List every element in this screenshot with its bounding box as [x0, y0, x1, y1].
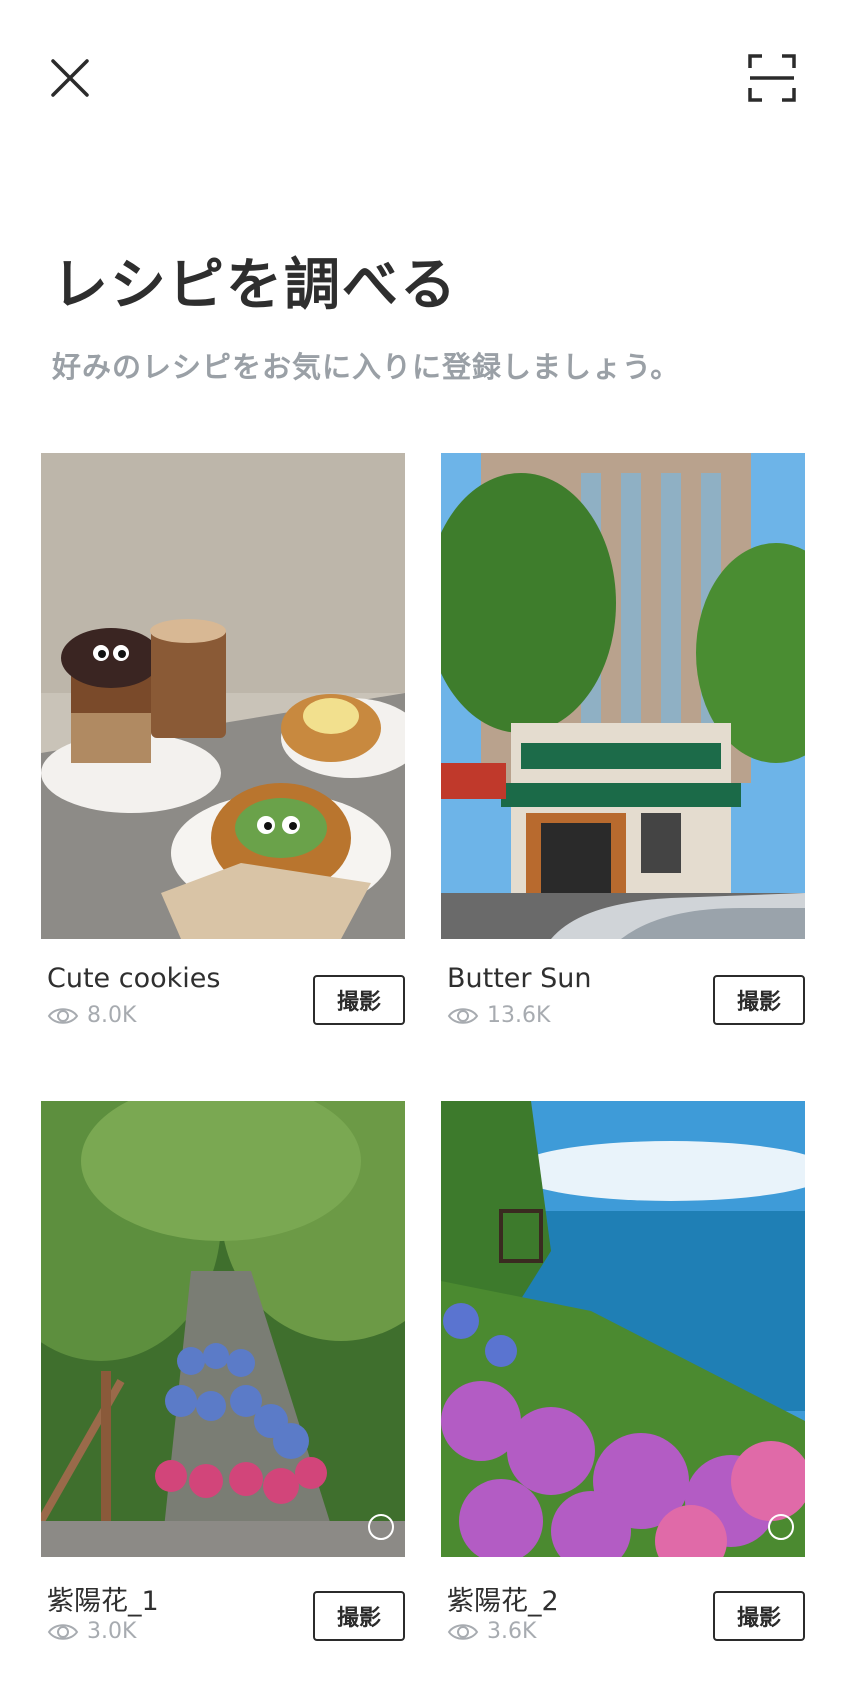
view-count-value: 13.6K — [487, 1003, 551, 1028]
eye-icon — [47, 1007, 79, 1024]
close-icon — [51, 59, 89, 97]
page-subtitle: 好みのレシピをお気に入りに登録しましょう。 — [52, 350, 681, 384]
recipe-name: Butter Sun — [447, 963, 592, 994]
recipe-card[interactable]: Butter Sun 13.6K 撮影 — [441, 453, 805, 1028]
shoot-button[interactable]: 撮影 — [313, 1591, 405, 1641]
recipe-card[interactable]: 紫陽花_2 3.6K 撮影 — [441, 1101, 805, 1644]
page-header: レシピを調べる 好みのレシピをお気に入りに登録しましょう。 — [52, 258, 812, 386]
recipe-photo[interactable] — [441, 1101, 805, 1557]
eye-icon — [447, 1007, 479, 1024]
recipe-photo[interactable] — [441, 453, 805, 939]
recipe-card[interactable]: Cute cookies 8.0K 撮影 — [41, 453, 405, 1028]
view-count: 3.0K — [47, 1619, 136, 1644]
shoot-button[interactable]: 撮影 — [313, 975, 405, 1025]
storefront-photo — [441, 453, 805, 939]
scan-frame-icon — [748, 54, 796, 102]
recipe-photo[interactable] — [41, 1101, 405, 1557]
top-bar — [0, 0, 843, 160]
recipe-name: 紫陽花_2 — [447, 1586, 559, 1617]
hydrangea-sea-photo — [441, 1101, 805, 1557]
eye-icon — [47, 1623, 79, 1640]
shoot-button[interactable]: 撮影 — [713, 1591, 805, 1641]
view-count: 3.6K — [447, 1619, 536, 1644]
recipe-card[interactable]: 紫陽花_1 3.0K 撮影 — [41, 1101, 405, 1644]
view-count: 13.6K — [447, 1003, 550, 1028]
cafe-photo — [41, 453, 405, 939]
eye-icon — [447, 1623, 479, 1640]
hydrangea-stairs-photo — [41, 1101, 405, 1557]
recipe-name: 紫陽花_1 — [47, 1586, 159, 1617]
scan-button[interactable] — [744, 50, 800, 106]
shoot-button[interactable]: 撮影 — [713, 975, 805, 1025]
recipe-photo[interactable] — [41, 453, 405, 939]
page-title: レシピを調べる — [52, 253, 458, 318]
close-button[interactable] — [42, 50, 98, 106]
view-count-value: 8.0K — [87, 1003, 137, 1028]
view-count: 8.0K — [47, 1003, 136, 1028]
view-count-value: 3.0K — [87, 1619, 137, 1644]
view-count-value: 3.6K — [487, 1619, 537, 1644]
recipe-name: Cute cookies — [47, 963, 221, 994]
